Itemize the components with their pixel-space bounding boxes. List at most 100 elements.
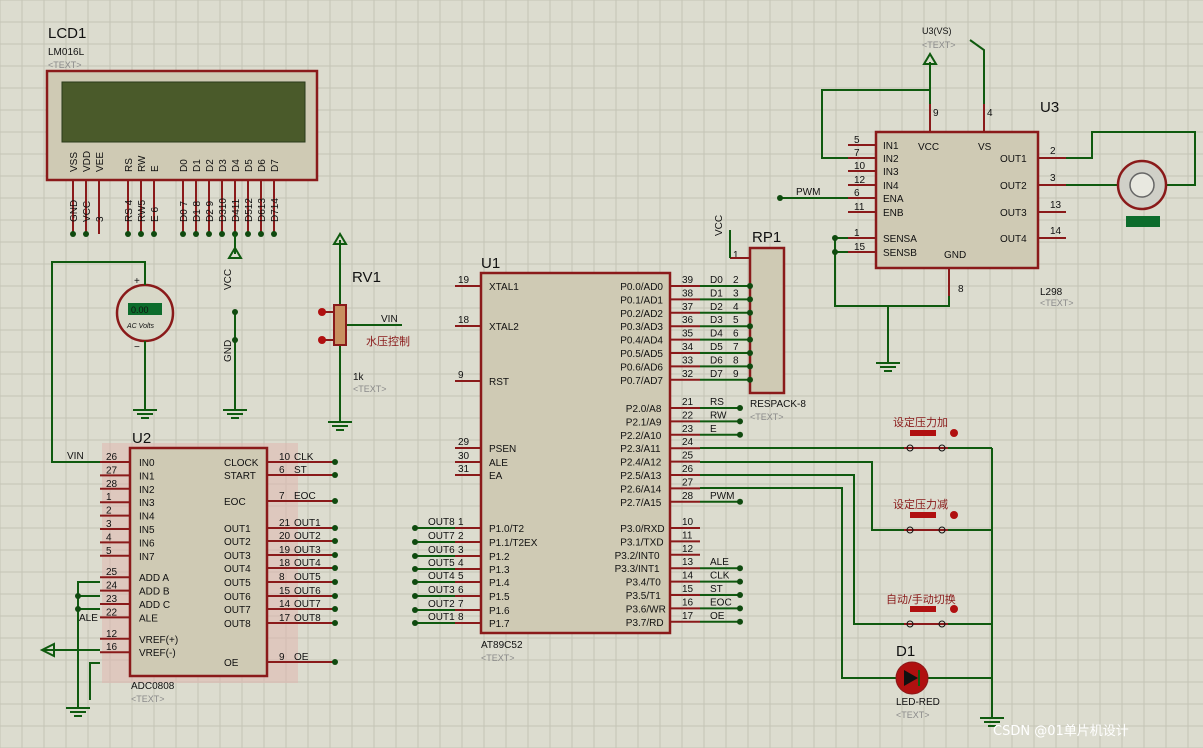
button-cap xyxy=(910,430,936,436)
rv1[interactable]: RV1 1k <TEXT> VIN 水压控制 xyxy=(352,269,410,394)
rp1-ref: RP1 xyxy=(752,229,781,246)
rp1-tag: <TEXT> xyxy=(750,412,784,422)
lcd-pin-label: D6 xyxy=(257,159,268,172)
junction-dot xyxy=(332,593,338,599)
u2-pin-label: START xyxy=(224,471,256,482)
rp1-pins: 2 3 4 5 6 7 8 9 xyxy=(730,257,750,380)
lcd1-tag: <TEXT> xyxy=(48,60,82,70)
u1-pin-label: P3.0/RXD xyxy=(620,524,664,535)
u1-pin-label: XTAL1 xyxy=(489,282,519,293)
u2-pin-label: IN4 xyxy=(139,512,155,523)
u1-pin-label: P1.1/T2EX xyxy=(489,538,538,549)
d1-tag: <TEXT> xyxy=(896,710,930,720)
u2-pin-net: OUT4 xyxy=(294,558,321,569)
u1-pin-number: 6 xyxy=(458,585,464,596)
u1-pin-number: 37 xyxy=(682,302,694,313)
junction-dot xyxy=(332,659,338,665)
u3-pin-number: 10 xyxy=(854,161,866,172)
lcd-pin-label: VSS xyxy=(69,152,80,172)
junction-dot xyxy=(412,566,418,572)
u1-pin-number: 34 xyxy=(682,342,694,353)
u1-pin-net: D7 xyxy=(710,369,723,380)
junction-dot xyxy=(193,231,199,237)
lcd-pin-net: D714 xyxy=(270,198,281,222)
u2-pin-net: CLK xyxy=(294,452,314,463)
u2-pin-number: 17 xyxy=(279,613,291,624)
u2-pin-number: 2 xyxy=(106,506,112,517)
u3-vs-label: U3(VS) xyxy=(922,26,952,36)
vcc-label-lcd: VCC xyxy=(223,269,234,290)
button-indicator xyxy=(950,511,958,519)
u1-part: AT89C52 xyxy=(481,640,523,651)
u3-pin-label: VS xyxy=(978,142,992,153)
u1-pin-label: ALE xyxy=(489,458,508,469)
button-pressure-down[interactable]: 设定压力减 xyxy=(893,497,948,511)
u2-pin-net: OUT5 xyxy=(294,572,321,583)
schematic-drawing: LCD1 LM016L <TEXT> VSS GND VDD VCC VEE 3 RS RS … xyxy=(39,25,1196,739)
u2-adc0808[interactable]: U2 ADC0808 <TEXT> VIN ALE 26IN027IN128IN… xyxy=(67,430,338,704)
junction-dot xyxy=(737,592,743,598)
rv1-net: VIN xyxy=(381,314,398,325)
u2-pin-number: 1 xyxy=(106,492,112,503)
u3-tag: <TEXT> xyxy=(1040,298,1074,308)
u1-p1-net: OUT2 xyxy=(428,599,455,610)
button-auto-manual-label: 自动/手动切换 xyxy=(886,592,956,606)
u3-pin-label: ENB xyxy=(883,208,904,219)
rp1-pin-number: 7 xyxy=(733,342,739,353)
u2-pin-number: 15 xyxy=(279,586,291,597)
rp1-pin-number: 2 xyxy=(733,275,739,286)
u3-pin-label: IN2 xyxy=(883,154,899,165)
u1-pin-label: P1.2 xyxy=(489,552,510,563)
u2-pin-label: OUT3 xyxy=(224,551,251,562)
u2-pin-label: OUT7 xyxy=(224,605,251,616)
lcd1-ref: LCD1 xyxy=(48,25,86,42)
junction-dot xyxy=(412,620,418,626)
u1-pin-number: 15 xyxy=(682,584,694,595)
d1-ref: D1 xyxy=(896,643,915,660)
u1-pin-label: P0.4/AD4 xyxy=(620,336,663,347)
u3-part: L298 xyxy=(1040,287,1063,298)
u1-at89c52[interactable]: U1 AT89C52 <TEXT> 19XTAL118XTAL29RST29PS… xyxy=(412,255,753,663)
u1-pin-number: 23 xyxy=(682,424,694,435)
u2-pin-label: OUT6 xyxy=(224,592,251,603)
u2-pin-number: 6 xyxy=(279,465,285,476)
u2-pin-label: IN6 xyxy=(139,538,155,549)
u1-pin-label: P1.0/T2 xyxy=(489,524,524,535)
u2-pin-label: IN7 xyxy=(139,552,155,563)
button-cap xyxy=(910,512,936,518)
u2-pin-label: IN3 xyxy=(139,498,155,509)
schematic-canvas[interactable]: LCD1 LM016L <TEXT> VSS GND VDD VCC VEE 3 RS RS … xyxy=(0,0,1203,748)
lcd1[interactable]: LCD1 LM016L <TEXT> VSS GND VDD VCC VEE 3 RS RS … xyxy=(45,25,319,237)
u1-pin-number: 39 xyxy=(682,275,694,286)
u3-pin-label: IN3 xyxy=(883,167,899,178)
u1-p1-net: OUT6 xyxy=(428,545,455,556)
u3-pin-label: GND xyxy=(944,250,966,261)
u1-ref: U1 xyxy=(481,255,500,272)
u2-pin-number: 14 xyxy=(279,599,291,610)
u1-pin-number: 25 xyxy=(682,451,694,462)
u3-pin-label: OUT3 xyxy=(1000,208,1027,219)
lcd-pin-net: D411 xyxy=(231,198,242,222)
button-pressure-up[interactable]: 设定压力加 xyxy=(893,415,948,429)
u1-pin-label: P0.0/AD0 xyxy=(620,282,663,293)
junction-dot xyxy=(737,418,743,425)
junction-dot xyxy=(412,553,418,559)
u1-pin-label: P3.4/T0 xyxy=(626,578,661,589)
u3-l298[interactable]: U3 L298 <TEXT> U3(VS) <TEXT> PWM 5 IN1 7 IN… xyxy=(796,26,1074,308)
u2-pin-label: OE xyxy=(224,658,239,669)
u2-pin-net: OUT6 xyxy=(294,586,321,597)
u1-pin-number: 24 xyxy=(682,437,694,448)
u2-pin-number: 4 xyxy=(106,532,112,543)
u1-pin-number: 13 xyxy=(682,557,694,568)
junction-dot xyxy=(747,309,753,316)
rp1-pin-number: 5 xyxy=(733,315,739,326)
junction-dot xyxy=(747,350,753,356)
u3-pin-number: 11 xyxy=(854,202,865,213)
lcd-pin-label: D4 xyxy=(231,159,242,172)
u2-pin-number: 9 xyxy=(279,652,285,663)
button-auto-manual[interactable]: 自动/手动切换 xyxy=(886,592,956,606)
u3-pin-number: 15 xyxy=(854,242,866,253)
rp1[interactable]: RP1 <TEXT> RESPACK-8 1 VCC 2 3 4 5 6 7 8 9 xyxy=(714,215,806,422)
lcd-pin-label: D3 xyxy=(218,159,229,172)
u1-pin-number: 7 xyxy=(458,599,464,610)
